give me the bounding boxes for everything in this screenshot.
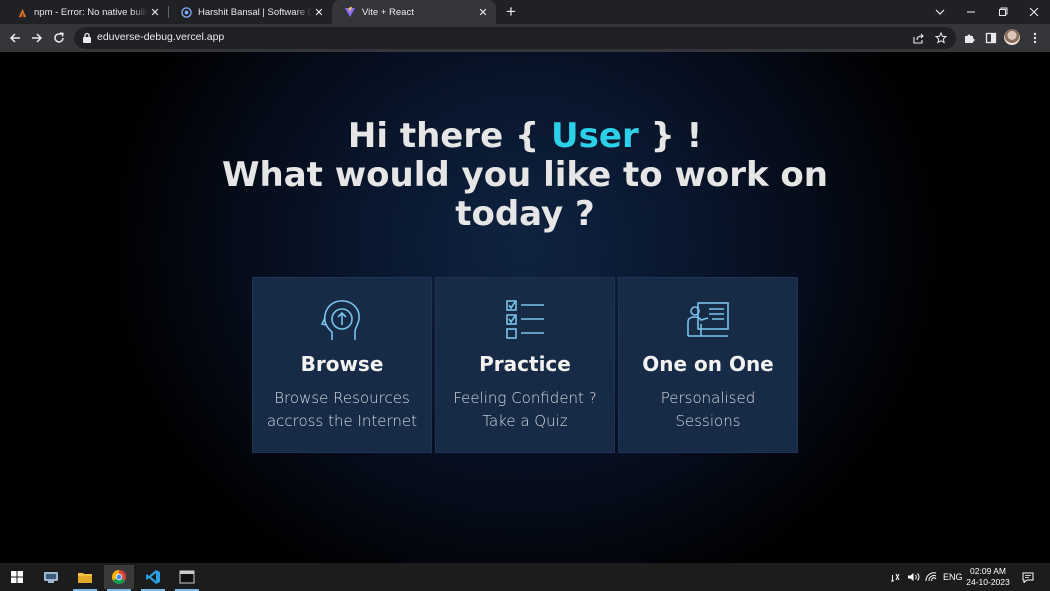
back-button[interactable]	[5, 28, 25, 48]
feature-cards: Browse Browse Resources accross the Inte…	[252, 277, 798, 453]
hero-heading: Hi there { User } ! What would you like …	[0, 117, 1050, 234]
taskbar-app-chrome[interactable]	[104, 565, 134, 591]
browser-tab-strip: npm - Error: No native build wa ✕ Harshi…	[0, 0, 1050, 24]
npm-icon	[16, 6, 28, 18]
taskbar-app-terminal[interactable]	[172, 565, 202, 591]
greeting-prefix: Hi there {	[347, 116, 552, 156]
tab-title: Harshit Bansal | Software Develo	[198, 6, 312, 18]
tab-title: Vite + React	[362, 6, 414, 18]
tab-search-icon[interactable]	[924, 0, 956, 24]
browse-card[interactable]: Browse Browse Resources accross the Inte…	[252, 277, 432, 453]
taskbar-app-vscode[interactable]	[138, 565, 168, 591]
taskbar-app-file-manager[interactable]	[36, 565, 66, 589]
card-description-line: accross the Internet	[266, 412, 418, 430]
card-description-line: Feeling Confident ?	[453, 389, 597, 407]
close-tab-icon[interactable]: ✕	[312, 5, 326, 19]
teacher-board-icon	[687, 302, 729, 337]
file-manager-icon	[44, 572, 58, 583]
close-tab-icon[interactable]: ✕	[148, 5, 162, 19]
close-tab-icon[interactable]: ✕	[476, 5, 490, 19]
head-upload-icon	[320, 300, 360, 340]
question-line-2: today ?	[455, 194, 595, 234]
notifications-icon[interactable]	[1022, 563, 1034, 591]
vscode-icon	[146, 570, 160, 584]
tab-harshit-bansal[interactable]: Harshit Bansal | Software Develo ✕	[168, 0, 332, 24]
volume-icon[interactable]	[907, 563, 921, 591]
taskbar-clock[interactable]: 02:09 AM 24-10-2023	[958, 566, 1018, 588]
start-icon	[11, 571, 23, 583]
page-viewport: Hi there { User } ! What would you like …	[0, 52, 1050, 563]
card-description: Browse Resources accross the Internet	[253, 387, 431, 433]
card-description-line: Take a Quiz	[482, 412, 568, 430]
network-tray-icon[interactable]	[890, 563, 904, 591]
user-name: User	[551, 116, 639, 156]
taskbar-app-file-explorer[interactable]	[70, 565, 100, 591]
windows-taskbar: ENG 02:09 AM 24-10-2023	[0, 563, 1050, 591]
new-tab-button[interactable]: +	[502, 3, 520, 21]
vite-icon	[344, 6, 356, 18]
greeting-line: Hi there { User } !	[0, 117, 1050, 156]
greeting-suffix: } !	[638, 116, 703, 156]
bookmark-star-icon[interactable]	[934, 31, 948, 45]
extensions-icon[interactable]	[959, 28, 979, 48]
restore-button[interactable]	[987, 0, 1019, 24]
address-bar[interactable]: eduverse-debug.vercel.app	[74, 27, 956, 49]
close-window-button[interactable]	[1018, 0, 1050, 24]
profile-avatar[interactable]	[1004, 29, 1020, 45]
browser-toolbar: eduverse-debug.vercel.app	[0, 24, 1050, 52]
share-icon[interactable]	[912, 31, 926, 45]
card-description-line: Browse Resources	[274, 389, 410, 407]
card-description: Personalised Sessions	[619, 387, 797, 433]
question-line-1: What would you like to work on	[221, 155, 828, 195]
start-button[interactable]	[2, 565, 32, 589]
card-title: One on One	[642, 352, 774, 376]
portfolio-icon	[180, 6, 192, 18]
card-description-line: Sessions	[675, 412, 741, 430]
lock-icon	[83, 32, 91, 43]
chrome-icon	[112, 570, 126, 584]
file-explorer-icon	[78, 573, 92, 583]
clock-time: 02:09 AM	[970, 566, 1006, 576]
one-on-one-card[interactable]: One on One Personalised Sessions	[618, 277, 798, 453]
browser-menu-icon[interactable]	[1025, 28, 1045, 48]
forward-button[interactable]	[27, 28, 47, 48]
practice-card[interactable]: Practice Feeling Confident ? Take a Quiz	[435, 277, 615, 453]
side-panel-icon[interactable]	[981, 28, 1001, 48]
url-text: eduverse-debug.vercel.app	[97, 31, 225, 43]
wifi-icon[interactable]	[925, 563, 937, 591]
checklist-icon	[506, 300, 544, 339]
minimize-button[interactable]	[955, 0, 987, 24]
clock-date: 24-10-2023	[966, 577, 1010, 587]
card-description: Feeling Confident ? Take a Quiz	[436, 387, 614, 433]
card-title: Browse	[300, 352, 384, 376]
terminal-icon	[179, 570, 195, 584]
card-title: Practice	[479, 352, 571, 376]
tab-npm-error[interactable]: npm - Error: No native build wa ✕	[4, 0, 168, 24]
tab-title: npm - Error: No native build wa	[34, 6, 148, 18]
tab-vite-react[interactable]: Vite + React ✕	[332, 0, 496, 24]
card-description-line: Personalised	[660, 389, 756, 407]
reload-button[interactable]	[49, 28, 69, 48]
